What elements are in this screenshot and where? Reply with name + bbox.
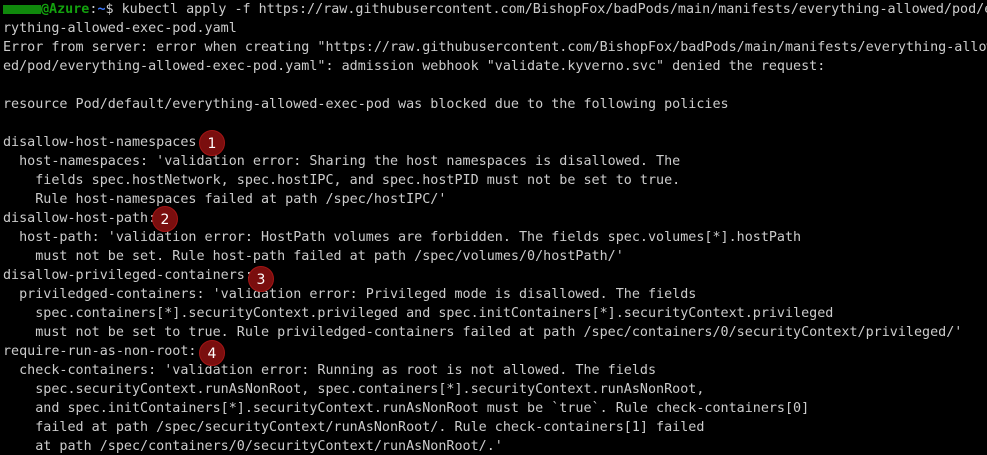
- output-line: priviledged-containers: 'validation erro…: [3, 287, 697, 302]
- annotation-badge-2: 2: [152, 206, 178, 232]
- terminal-window[interactable]: @Azure:~$ kubectl apply -f https://raw.g…: [0, 0, 987, 455]
- output-line: Rule host-namespaces failed at path /spe…: [3, 192, 447, 207]
- policy-name: disallow-host-path:: [3, 211, 157, 226]
- annotation-badge-4: 4: [199, 340, 225, 366]
- output-line: Error from server: error when creating "…: [3, 40, 987, 55]
- prompt-host: @Azure: [41, 2, 90, 17]
- output-line: host-path: 'validation error: HostPath v…: [3, 230, 802, 245]
- output-line: and spec.initContainers[*].securityConte…: [3, 401, 810, 416]
- annotation-badge-1: 1: [199, 130, 225, 156]
- redacted-username: [3, 4, 41, 14]
- output-line: failed at path /spec/securityContext/run…: [3, 420, 705, 435]
- policy-name: disallow-host-namespaces:: [3, 135, 205, 150]
- output-line: must not be set. Rule host-path failed a…: [3, 249, 624, 264]
- output-line: at path /spec/containers/0/securityConte…: [3, 439, 503, 454]
- output-line: check-containers: 'validation error: Run…: [3, 363, 657, 378]
- output-line: resource Pod/default/everything-allowed-…: [3, 97, 729, 112]
- output-line: spec.securityContext.runAsNonRoot, spec.…: [3, 382, 705, 397]
- output-line: fields spec.hostNetwork, spec.hostIPC, a…: [3, 173, 681, 188]
- policy-name: require-run-as-non-root:: [3, 344, 197, 359]
- output-line: rything-allowed-exec-pod.yaml: [3, 21, 237, 36]
- prompt-symbol: $: [105, 2, 122, 17]
- output-line: spec.containers[*].securityContext.privi…: [3, 306, 834, 321]
- output-line: ed/pod/everything-allowed-exec-pod.yaml"…: [3, 59, 826, 74]
- command-line: @Azure:~$ kubectl apply -f https://raw.g…: [3, 0, 987, 19]
- policy-name: disallow-privileged-containers:: [3, 268, 253, 283]
- output-line: must not be set to true. Rule priviledge…: [3, 325, 963, 340]
- output-line: host-namespaces: 'validation error: Shar…: [3, 154, 681, 169]
- prompt-cwd: ~: [97, 2, 106, 17]
- annotation-badge-3: 3: [248, 266, 274, 292]
- command-text: kubectl apply -f https://raw.githubuserc…: [121, 2, 987, 17]
